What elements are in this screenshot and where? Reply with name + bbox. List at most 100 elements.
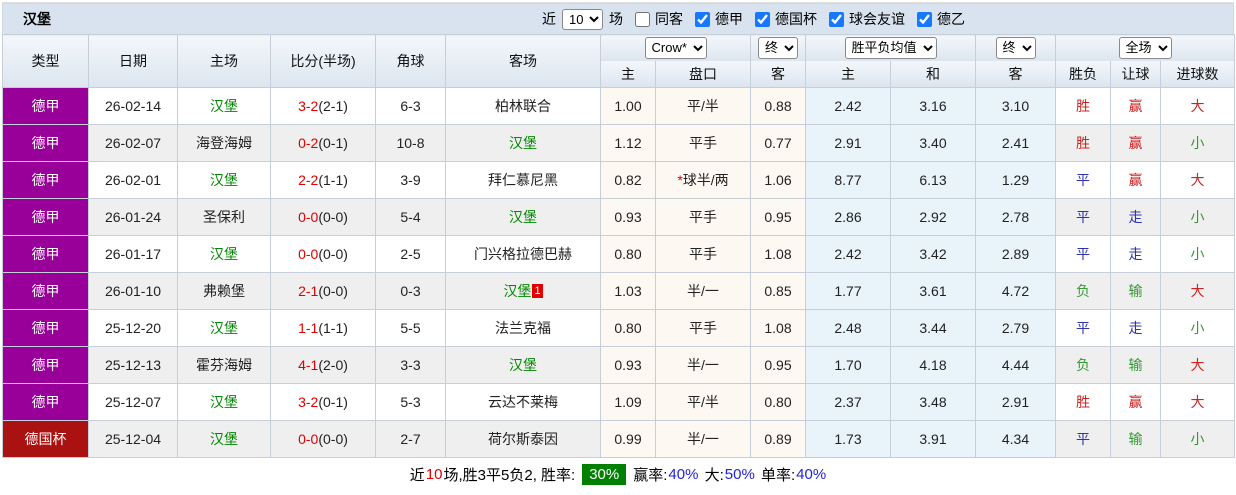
fulltime-score: 0-0 [298,431,319,447]
date-cell: 25-12-04 [88,420,178,458]
goals-result-cell: 大 [1159,161,1236,199]
date-cell: 26-01-10 [88,272,178,310]
avg-home-cell: 2.91 [805,124,891,162]
avg-away-cell: 3.10 [975,87,1056,125]
league-cell: 德甲 [2,309,89,347]
league-checkbox-friendly[interactable] [829,11,844,27]
games-count-select[interactable]: 10 [562,8,603,30]
league-checkbox-bundesliga[interactable] [695,11,710,27]
goals-result-cell: 大 [1159,272,1236,310]
league-cell: 德甲 [2,124,89,162]
filter-controls: 近 10 场 同客 德甲 德国杯 球会友谊 德乙 [542,8,965,30]
scope-select[interactable]: 全场 [1118,36,1172,59]
league-label-bundesliga2: 德乙 [937,11,965,27]
give-result-cell: 赢 [1110,161,1161,199]
odds-home-cell: 0.93 [600,198,656,236]
handicap-cell: 平手 [655,124,751,162]
table-row: 德甲 26-02-07 海登海姆 0-2(0-1) 10-8 汉堡 1.12 平… [2,124,1236,162]
goals-result-cell: 大 [1159,346,1236,384]
home-team-cell: 弗赖堡 [177,272,271,310]
give-result-cell: 赢 [1110,87,1161,125]
avg-home-cell: 8.77 [805,161,891,199]
score-cell: 0-2(0-1) [270,124,376,162]
result-cell: 平 [1055,420,1111,458]
odds-state-select[interactable]: 终 [758,36,798,59]
avg-state-select[interactable]: 终 [995,36,1036,59]
odds-home-cell: 0.80 [600,309,656,347]
goals-result-cell: 小 [1159,124,1236,162]
table-row: 德国杯 25-12-04 汉堡 0-0(0-0) 2-7 荷尔斯泰因 0.99 … [2,420,1236,458]
result-cell: 平 [1055,198,1111,236]
col-type: 类型 [2,34,89,88]
score-cell: 3-2(2-1) [270,87,376,125]
date-cell: 26-02-14 [88,87,178,125]
avg-away-cell: 4.72 [975,272,1056,310]
odds-away-cell: 0.89 [750,420,806,458]
away-team-cell: 汉堡 [445,124,601,162]
halftime-score: (0-1) [318,135,348,151]
summary-footer: 近 10 场,胜3平5负2, 胜率: 30% 赢率: 40% 大: 50% 单率: 40% [2,458,1234,491]
avg-draw-cell: 3.40 [890,124,976,162]
home-team-cell: 霍芬海姆 [177,346,271,384]
away-team-cell: 门兴格拉德巴赫 [445,235,601,273]
corners-cell: 0-3 [375,272,446,310]
col-handicap: 盘口 [655,60,751,88]
handicap-line: 平/半 [687,98,719,114]
handicap-cell: 平手 [655,235,751,273]
handicap-cell: 平/半 [655,87,751,125]
away-team-cell: 汉堡 [445,198,601,236]
col-avg-home: 主 [805,60,891,88]
give-result-cell: 赢 [1110,383,1161,421]
away-team-cell: 拜仁慕尼黑 [445,161,601,199]
summary-count: 10 [425,466,443,483]
handicap-line: 半/一 [687,357,719,373]
odds-away-cell: 0.88 [750,87,806,125]
away-team-name: 荷尔斯泰因 [488,431,558,447]
col-score: 比分(半场) [270,34,376,88]
corners-cell: 10-8 [375,124,446,162]
avg-draw-cell: 3.48 [890,383,976,421]
fulltime-score: 0-2 [298,135,319,151]
corners-cell: 5-3 [375,383,446,421]
away-team-cell: 汉堡 1 [445,272,601,310]
table-row: 德甲 26-01-17 汉堡 0-0(0-0) 2-5 门兴格拉德巴赫 0.80… [2,235,1236,273]
halftime-score: (0-0) [318,431,348,447]
league-cell: 德甲 [2,346,89,384]
away-team-name: 汉堡 [503,283,532,299]
table-row: 德甲 25-12-20 汉堡 1-1(1-1) 5-5 法兰克福 0.80 平手… [2,309,1236,347]
corners-cell: 6-3 [375,87,446,125]
avg-away-cell: 1.29 [975,161,1056,199]
away-team-name: 法兰克福 [495,320,551,336]
give-result-cell: 输 [1110,272,1161,310]
same-away-checkbox[interactable] [635,11,650,27]
fulltime-score: 2-2 [298,172,319,188]
table-row: 德甲 25-12-07 汉堡 3-2(0-1) 5-3 云达不莱梅 1.09 平… [2,383,1236,421]
score-cell: 2-1(0-0) [270,272,376,310]
league-checkbox-dfb-pokal[interactable] [755,11,770,27]
games-label: 场 [609,11,623,27]
team-title: 汉堡 [23,11,51,27]
handicap-line: 平手 [689,246,717,262]
table-row: 德甲 26-02-14 汉堡 3-2(2-1) 6-3 柏林联合 1.00 平/… [2,87,1236,125]
result-cell: 负 [1055,346,1111,384]
league-checkbox-bundesliga2[interactable] [917,11,932,27]
handicap-cell: 平手 [655,309,751,347]
handicap-rate-value: 40% [668,466,699,483]
fulltime-score: 2-1 [298,283,319,299]
col-give: 让球 [1110,60,1161,88]
home-team-cell: 汉堡 [177,161,271,199]
score-cell: 4-1(2-0) [270,346,376,384]
avg-select[interactable]: 胜平负均值 [844,36,937,59]
date-cell: 25-12-20 [88,309,178,347]
halftime-score: (2-0) [318,357,348,373]
avg-draw-cell: 3.61 [890,272,976,310]
bookmaker-select[interactable]: Crow* [644,36,707,59]
fulltime-score: 4-1 [298,357,319,373]
league-cell: 德甲 [2,383,89,421]
sep [699,466,703,483]
fulltime-score: 3-2 [298,394,319,410]
table-row: 德甲 26-01-10 弗赖堡 2-1(0-0) 0-3 汉堡 1 1.03 半/… [2,272,1236,310]
result-cell: 平 [1055,235,1111,273]
odds-home-cell: 1.03 [600,272,656,310]
odds-away-cell: 1.08 [750,235,806,273]
